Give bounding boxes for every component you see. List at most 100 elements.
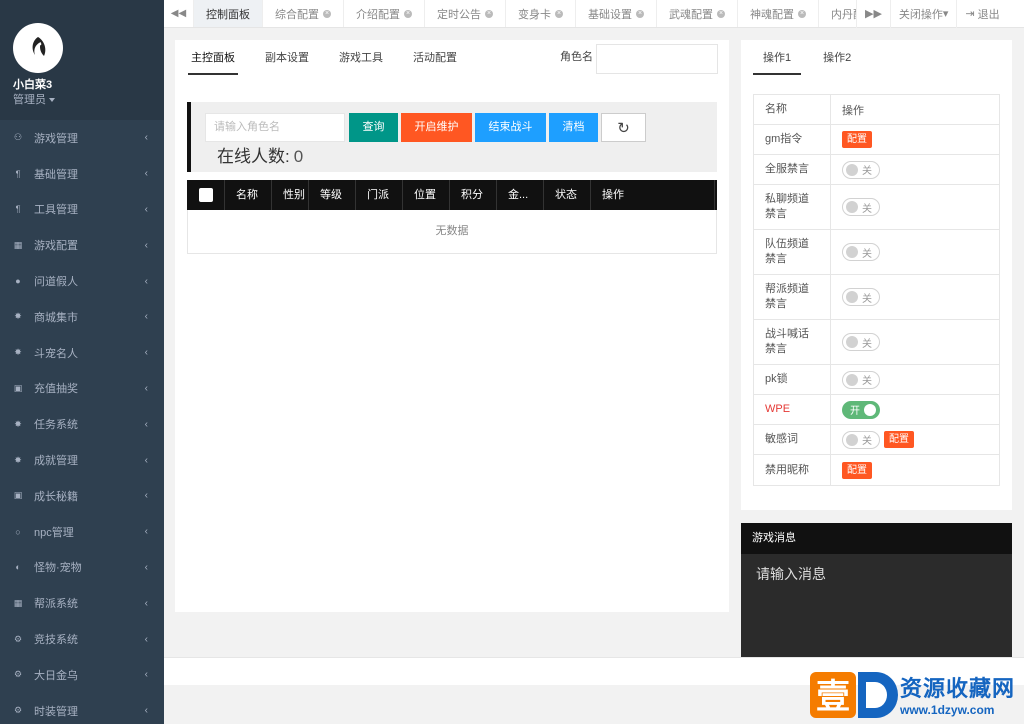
sidebar-item[interactable]: ⚙ 大日金乌 ‹ <box>0 657 164 693</box>
query-button[interactable]: 查询 <box>349 113 398 142</box>
main-panel: 主控面板 副本设置 游戏工具 活动配置 角色名 请输入角色名 查询 开启维护 结… <box>175 40 729 612</box>
toggle-switch[interactable]: 关 <box>842 243 880 261</box>
sidebar-item[interactable]: ✸ 成就管理 ‹ <box>0 442 164 478</box>
user-icon: ● <box>15 276 21 287</box>
sidebar-item-label: 游戏管理 <box>34 132 78 145</box>
chevron-left-icon: ‹ <box>144 561 148 573</box>
sidebar-item[interactable]: ✸ 斗宠名人 ‹ <box>0 335 164 371</box>
tab-scroll-right-button[interactable]: ▶▶ <box>856 0 890 28</box>
column-header: 积分 <box>450 180 497 210</box>
clear-data-button[interactable]: 清档 <box>549 113 598 142</box>
end-battle-button[interactable]: 结束战斗 <box>475 113 546 142</box>
chevron-left-icon: ‹ <box>144 347 148 359</box>
tab-scroll-left-button[interactable]: ◀◀ <box>164 0 194 27</box>
toggle-state-label: 关 <box>862 293 872 305</box>
tab-item[interactable]: 控制面板 <box>194 0 263 27</box>
tab-item-label: 介绍配置 <box>356 8 400 21</box>
sidebar-item[interactable]: ⚇ 游戏管理 ‹ <box>0 120 164 156</box>
tab-event-config[interactable]: 活动配置 <box>410 40 460 75</box>
toggle-knob <box>846 201 858 213</box>
sidebar-item[interactable]: ▣ 成长秘籍 ‹ <box>0 478 164 514</box>
sidebar-item[interactable]: ○ npc管理 ‹ <box>0 514 164 550</box>
tab-item[interactable]: 内丹配置× <box>819 0 856 27</box>
sidebar-item-label: 基础管理 <box>34 168 78 181</box>
tab-item[interactable]: 综合配置 × <box>263 0 344 27</box>
toggle-switch[interactable]: 开 <box>842 400 880 419</box>
tab-instance-settings[interactable]: 副本设置 <box>262 40 312 75</box>
refresh-icon: ↻ <box>617 120 630 137</box>
grid-icon: ▦ <box>13 597 23 608</box>
tab-item[interactable]: 基础设置 × <box>576 0 657 27</box>
caret-down-icon: ▾ <box>942 8 949 20</box>
close-icon[interactable]: × <box>404 9 412 18</box>
avatar[interactable] <box>13 23 63 73</box>
config-button[interactable]: 配置 <box>884 431 914 448</box>
tab-operations-1[interactable]: 操作1 <box>753 40 802 75</box>
sidebar-item-label: 成就管理 <box>34 455 78 468</box>
sidebar-item[interactable]: ⚙ 竞技系统 ‹ <box>0 621 164 657</box>
operations-row-name: pk锁 <box>754 365 831 394</box>
select-all-checkbox-cell[interactable] <box>187 180 225 210</box>
column-header-name: 名称 <box>754 95 831 124</box>
operations-row-name: 私聊频道禁言 <box>754 185 831 229</box>
role-name-field[interactable] <box>596 44 718 74</box>
main-tabs: 主控面板 副本设置 游戏工具 活动配置 <box>188 40 484 75</box>
close-icon[interactable]: × <box>323 9 331 18</box>
tab-operations-2[interactable]: 操作2 <box>813 40 861 75</box>
config-button[interactable]: 配置 <box>842 131 872 148</box>
user-name: 小白菜3 <box>13 79 53 91</box>
tab-list: 控制面板 综合配置 × 介绍配置 × 定时公告 × 变身卡 × 基础设置 × 武魂配置 × 神魂配置 × 内丹… <box>194 0 856 27</box>
operations-row-actions: 配置 <box>831 455 999 485</box>
close-operations-dropdown[interactable]: 关闭操作 ▾ <box>889 0 957 28</box>
sidebar-item-label: 帮派系统 <box>34 598 78 611</box>
maintenance-button[interactable]: 开启维护 <box>401 113 472 142</box>
watermark: 壹 资源收藏网 www.1dzyw.com <box>808 664 1024 724</box>
sidebar-item[interactable]: ▦ 帮派系统 ‹ <box>0 585 164 621</box>
sidebar-item[interactable]: ¶ 基础管理 ‹ <box>0 156 164 192</box>
tab-item[interactable]: 变身卡 × <box>506 0 576 27</box>
tab-item[interactable]: 介绍配置 × <box>344 0 425 27</box>
operations-row-name: 战斗喊话禁言 <box>754 320 831 364</box>
user-role-dropdown[interactable]: 管理员 <box>13 91 55 107</box>
config-button[interactable]: 配置 <box>842 461 872 479</box>
tab-item[interactable]: 武魂配置 × <box>657 0 738 27</box>
toggle-switch[interactable]: 关 <box>842 160 880 179</box>
close-icon[interactable]: × <box>485 9 493 18</box>
refresh-button[interactable]: ↻ <box>601 113 646 142</box>
sidebar-item[interactable]: ⚙ 时装管理 ‹ <box>0 693 164 724</box>
toggle-switch[interactable]: 关 <box>842 333 880 351</box>
operations-row: 队伍频道禁言 关 <box>754 230 999 275</box>
tab-item[interactable]: 定时公告 × <box>425 0 506 27</box>
sidebar-item[interactable]: ◐ 怪物·宠物 ‹ <box>0 550 164 586</box>
operations-table-header: 名称 操作 <box>754 95 999 125</box>
close-icon[interactable]: × <box>717 9 725 18</box>
toggle-state-label: 关 <box>862 376 872 387</box>
sidebar-item[interactable]: ▣ 充值抽奖 ‹ <box>0 371 164 407</box>
tab-game-tools[interactable]: 游戏工具 <box>336 40 386 75</box>
toggle-switch[interactable]: 关 <box>842 370 880 389</box>
chevron-left-icon: ‹ <box>144 203 148 215</box>
tab-item[interactable]: 神魂配置 × <box>738 0 819 27</box>
toggle-switch[interactable]: 关 <box>842 430 880 449</box>
gears-icon: ⚙ <box>13 705 23 716</box>
chevron-left-icon: ‹ <box>144 526 148 538</box>
close-icon[interactable]: × <box>636 9 644 18</box>
tab-main-control[interactable]: 主控面板 <box>188 40 238 75</box>
sidebar-item[interactable]: ▦ 游戏配置 ‹ <box>0 227 164 263</box>
game-message-input[interactable]: 请输入消息 <box>741 554 1012 594</box>
chevron-left-icon: ‹ <box>144 168 148 180</box>
search-input[interactable]: 请输入角色名 <box>205 113 345 142</box>
toggle-switch[interactable]: 关 <box>842 288 880 306</box>
sidebar-item[interactable]: ✸ 任务系统 ‹ <box>0 406 164 442</box>
sidebar-item[interactable]: ✸ 商城集市 ‹ <box>0 299 164 335</box>
logout-button[interactable]: ⇥ 退出 <box>956 0 1007 28</box>
sidebar-item[interactable]: ¶ 工具管理 ‹ <box>0 192 164 228</box>
close-icon[interactable]: × <box>798 9 806 18</box>
toggle-switch[interactable]: 关 <box>842 198 880 216</box>
sidebar-item[interactable]: ● 问道假人 ‹ <box>0 263 164 299</box>
game-message-title: 游戏消息 <box>741 523 1012 554</box>
select-all-checkbox[interactable] <box>198 188 213 202</box>
operations-row: 帮派频道禁言 关 <box>754 275 999 320</box>
gear-icon: ✸ <box>14 347 22 358</box>
close-icon[interactable]: × <box>555 9 563 18</box>
